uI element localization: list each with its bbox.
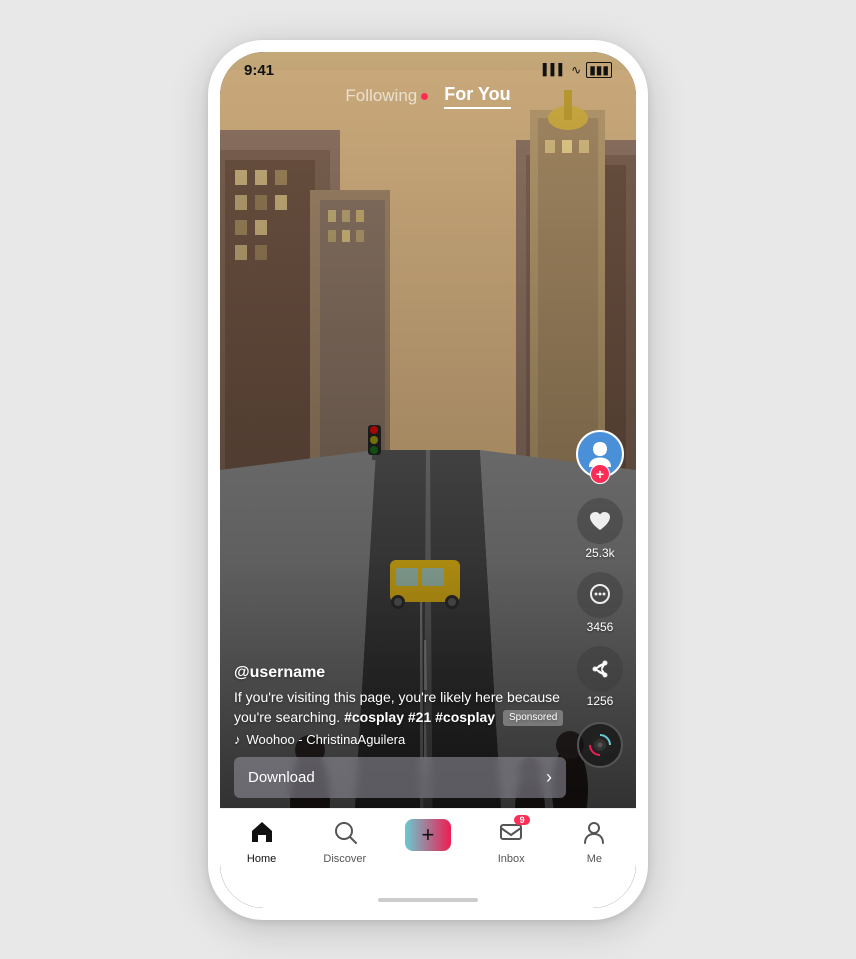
caption-text: If you're visiting this page, you're lik… [234, 688, 566, 727]
video-info: @username If you're visiting this page, … [234, 664, 566, 797]
status-icons: ▌▌▌ ∿ ▮▮▮ [543, 62, 612, 78]
battery-icon: ▮▮▮ [586, 62, 612, 78]
phone-frame: 9:41 ▌▌▌ ∿ ▮▮▮ Following For You [208, 40, 648, 920]
status-time: 9:41 [244, 62, 274, 79]
discover-icon [332, 819, 358, 850]
discover-label: Discover [323, 853, 366, 865]
download-button[interactable]: Download › [234, 757, 566, 798]
username: @username [234, 664, 566, 682]
home-indicator [378, 898, 478, 902]
music-note-icon: ♪ [234, 732, 241, 747]
wifi-icon: ∿ [571, 63, 581, 77]
comment-button[interactable]: 3456 [577, 572, 623, 634]
home-label: Home [247, 853, 276, 865]
me-label: Me [587, 853, 602, 865]
following-tab[interactable]: Following [345, 86, 428, 106]
inbox-nav-item[interactable]: 9 Inbox [481, 819, 541, 865]
like-count: 25.3k [585, 546, 614, 560]
foryou-tab[interactable]: For You [444, 84, 510, 109]
share-count: 1256 [587, 694, 614, 708]
following-label: Following [345, 86, 417, 106]
me-icon [581, 819, 607, 850]
music-disc-button[interactable] [577, 722, 623, 768]
share-icon [577, 646, 623, 692]
follow-plus-button[interactable]: + [590, 464, 610, 484]
add-nav-item[interactable]: + [398, 819, 458, 851]
status-bar: 9:41 ▌▌▌ ∿ ▮▮▮ [220, 52, 636, 83]
comment-icon [577, 572, 623, 618]
add-button[interactable]: + [405, 819, 451, 851]
share-button[interactable]: 1256 [577, 646, 623, 708]
like-icon [577, 498, 623, 544]
avatar-wrap: + [576, 430, 624, 478]
home-icon [249, 819, 275, 850]
sponsored-badge: Sponsored [503, 710, 563, 726]
like-button[interactable]: 25.3k [577, 498, 623, 560]
comment-count: 3456 [587, 620, 614, 634]
inbox-badge: 9 [514, 815, 530, 825]
top-nav: Following For You [220, 84, 636, 109]
inbox-icon-wrap: 9 [498, 819, 524, 850]
signal-icon: ▌▌▌ [543, 64, 566, 76]
hashtags: #cosplay #21 #cosplay [344, 709, 495, 725]
phone-screen: 9:41 ▌▌▌ ∿ ▮▮▮ Following For You [220, 52, 636, 908]
music-row: ♪ Woohoo - ChristinaAguilera [234, 732, 566, 747]
download-arrow-icon: › [546, 767, 552, 788]
download-label: Download [248, 769, 315, 786]
music-name: Woohoo - ChristinaAguilera [247, 732, 406, 747]
music-disc-icon [577, 722, 623, 768]
foryou-label: For You [444, 84, 510, 104]
discover-nav-item[interactable]: Discover [315, 819, 375, 865]
inbox-label: Inbox [498, 853, 525, 865]
home-nav-item[interactable]: Home [232, 819, 292, 865]
following-dot [421, 93, 428, 100]
bottom-nav: Home Discover + [220, 808, 636, 908]
right-actions: + 25.3k [576, 430, 624, 768]
me-nav-item[interactable]: Me [564, 819, 624, 865]
